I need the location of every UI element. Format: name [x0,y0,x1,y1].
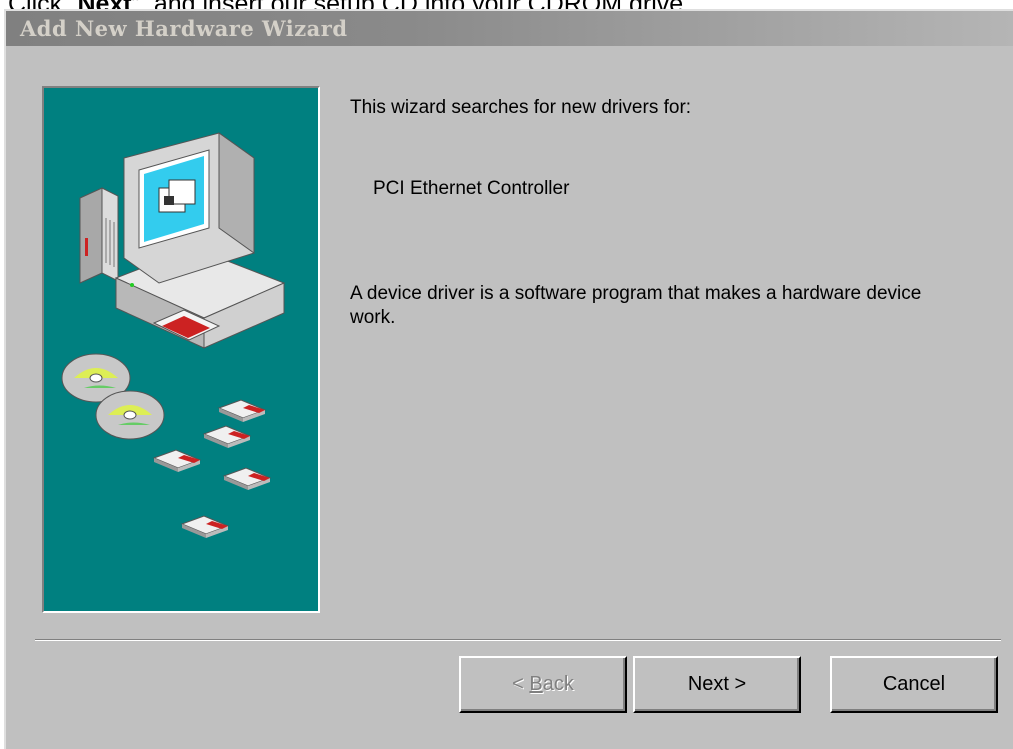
wizard-dialog: Add New Hardware Wizard This wizard sear… [4,9,1013,749]
cd-icon [61,353,165,440]
computer-tower-icon [79,187,119,284]
wizard-illustration [42,86,320,613]
back-label-post: ack [542,673,574,695]
window-title: Add New Hardware Wizard [20,16,348,41]
floppy-disk-icon [152,399,272,538]
back-label-pre: < [512,673,530,695]
back-button[interactable]: < Back [459,656,627,713]
cancel-button[interactable]: Cancel [830,656,998,713]
intro-text: This wizard searches for new drivers for… [350,97,692,118]
computer-and-disks-icon [61,132,286,538]
description-text: A device driver is a software program th… [350,283,922,328]
next-button[interactable]: Next > [633,656,801,713]
back-label-accel: B [529,673,543,695]
monitor-icon [123,132,255,284]
device-name: PCI Ethernet Controller [373,178,570,199]
separator [35,639,1001,641]
title-bar[interactable]: Add New Hardware Wizard [6,11,1013,46]
